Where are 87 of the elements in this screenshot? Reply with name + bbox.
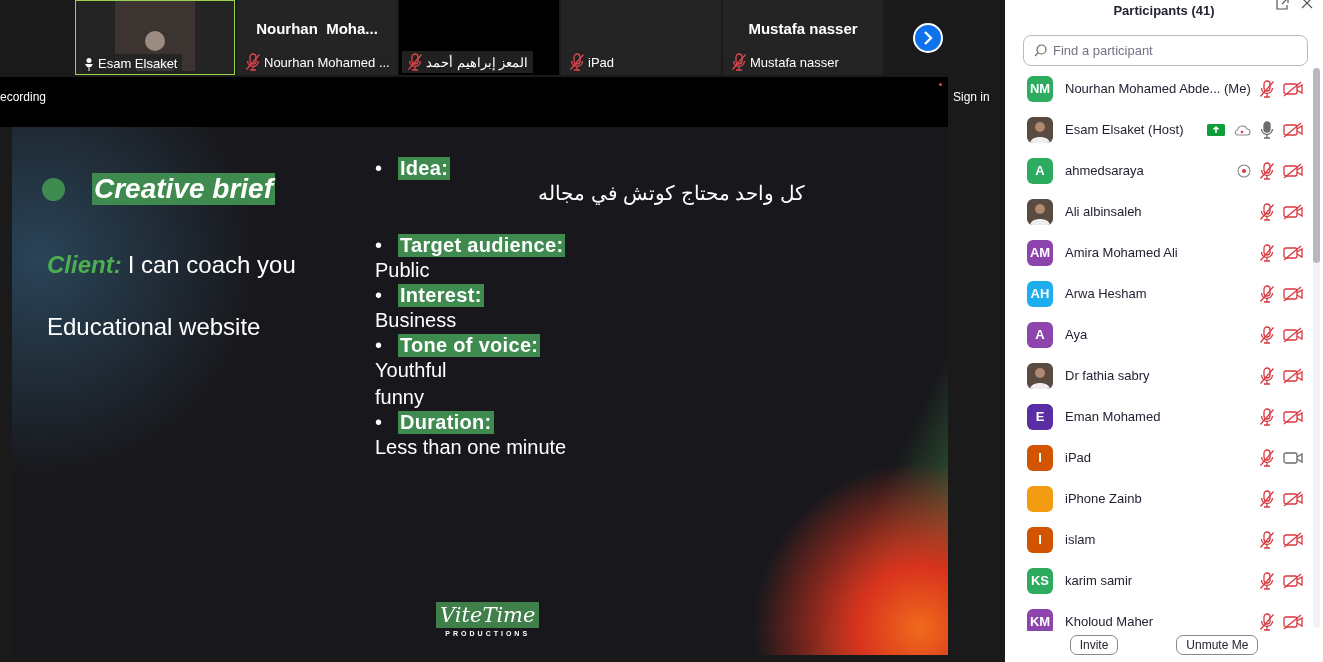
bullet-heading: Duration: — [398, 411, 494, 434]
participant-name: iPad — [1065, 450, 1093, 465]
participant-row[interactable]: NM Nourhan Mohamed Abde... (Me) — [1005, 68, 1323, 109]
participant-row[interactable]: AM Amira Mohamed Ali — [1005, 232, 1323, 273]
participant-name: islam — [1065, 532, 1097, 547]
bullet-text: Less than one minute — [375, 435, 568, 460]
search-icon — [1034, 44, 1047, 57]
avatar-silhouette-icon — [1027, 362, 1053, 389]
bullet-text: Youthful — [375, 358, 448, 383]
avatar: AH — [1027, 280, 1053, 307]
panel-button[interactable]: Invite — [1069, 635, 1119, 655]
sign-in-link[interactable]: Sign in — [953, 90, 990, 104]
bullet-heading: Idea: — [398, 157, 451, 180]
bullet-marker: • — [375, 234, 383, 257]
slide-title: Creative brief — [92, 173, 275, 205]
avatar-silhouette-icon — [1027, 198, 1053, 225]
avatar: AM — [1027, 239, 1053, 266]
bullet-marker: • — [375, 334, 383, 357]
video-tile[interactable]: Mustafa nasser Mustafa nasser — [723, 0, 883, 75]
avatar: NM — [1027, 75, 1053, 102]
participant-name: Dr fathia sabry — [1065, 368, 1151, 383]
slide-subtitle: Educational website — [46, 313, 262, 341]
video-tile[interactable]: Esam Elsaket — [75, 0, 235, 75]
participant-row[interactable]: A Aya — [1005, 314, 1323, 355]
video-tile[interactable]: المعز إبراهيم أحمد — [399, 0, 559, 75]
screen-share-icon — [1207, 123, 1225, 136]
search-input[interactable]: Find a participant — [1051, 42, 1307, 59]
next-page-button[interactable] — [913, 22, 943, 53]
participant-row[interactable]: A ahmedsaraya — [1005, 150, 1323, 191]
recording-text: ecording — [0, 90, 47, 104]
avatar: I — [1027, 526, 1053, 553]
search-field[interactable]: Find a participant — [1023, 35, 1308, 66]
bullet-heading: Target audience: — [398, 234, 566, 257]
participant-row[interactable]: Esam Elsaket (Host) — [1005, 109, 1323, 150]
bullet-marker: • — [375, 411, 383, 434]
bullet-text: كل واحد محتاج كوتش في مجاله — [537, 181, 805, 207]
panel-title: Participants (41) — [1113, 3, 1215, 18]
name-label: المعز إبراهيم أحمد — [402, 51, 534, 73]
client-name: I can coach you — [127, 251, 296, 279]
bullet-heading: Tone of voice: — [398, 334, 541, 357]
participant-name: Nourhan Mohamed Abde... (Me) — [1065, 81, 1252, 96]
participant-row[interactable]: E Eman Mohamed — [1005, 396, 1323, 437]
participant-row[interactable]: iPhone Zainb — [1005, 478, 1323, 519]
cloud-icon — [1233, 123, 1251, 136]
participant-name: Nourhan Moha... — [256, 20, 378, 37]
bullet-heading: Interest: — [398, 284, 484, 307]
video-tile[interactable]: Nourhan Moha... Nourhan Mohamed ... — [237, 0, 397, 75]
participant-row[interactable]: Ali albinsaleh — [1005, 191, 1323, 232]
bullet-text: funny — [375, 385, 425, 410]
participant-name: Eman Mohamed — [1065, 409, 1162, 424]
bullet-marker: • — [375, 284, 383, 307]
participant-name: karim samir — [1065, 573, 1134, 588]
participant-name: ahmedsaraya — [1065, 163, 1145, 178]
participant-row[interactable]: KM Kholoud Maher — [1005, 601, 1323, 631]
record-icon — [1237, 163, 1251, 178]
participant-name: Kholoud Maher — [1065, 614, 1155, 629]
avatar: A — [1027, 321, 1053, 348]
participant-name: Arwa Hesham — [1065, 286, 1148, 301]
participant-row[interactable]: Dr fathia sabry — [1005, 355, 1323, 396]
participant-name: Aya — [1065, 327, 1089, 342]
video-tile[interactable]: iPad — [561, 0, 721, 75]
avatar-silhouette-icon — [1027, 116, 1053, 143]
participant-name: Mustafa nasser — [748, 20, 858, 37]
bullet-text: Business — [375, 308, 458, 333]
avatar: I — [1027, 444, 1053, 471]
bullet-dot — [42, 177, 65, 201]
bullet-marker: • — [375, 157, 383, 180]
chevron-right-icon — [923, 30, 933, 45]
avatar: A — [1027, 157, 1053, 184]
participant-row[interactable]: I islam — [1005, 519, 1323, 560]
indicator-dot — [939, 83, 942, 86]
pop-out-icon[interactable] — [1276, 0, 1289, 10]
participant-row[interactable]: KS karim samir — [1005, 560, 1323, 601]
participant-row[interactable]: I iPad — [1005, 437, 1323, 478]
participant-row[interactable]: AH Arwa Hesham — [1005, 273, 1323, 314]
participant-name: Ali albinsaleh — [1065, 204, 1143, 219]
participant-name: Esam Elsaket (Host) — [1065, 122, 1185, 137]
client-label: Client: — [47, 251, 122, 279]
panel-button[interactable]: Unmute Me — [1176, 635, 1259, 655]
avatar: KS — [1027, 567, 1053, 594]
avatar: E — [1027, 403, 1053, 430]
bullet-text: Public — [375, 258, 431, 283]
participant-name: iPhone Zainb — [1065, 491, 1143, 506]
close-icon[interactable] — [1301, 0, 1313, 9]
avatar: KM — [1027, 608, 1053, 631]
scrollbar[interactable] — [1313, 68, 1320, 628]
participant-name: Amira Mohamed Ali — [1065, 245, 1179, 260]
